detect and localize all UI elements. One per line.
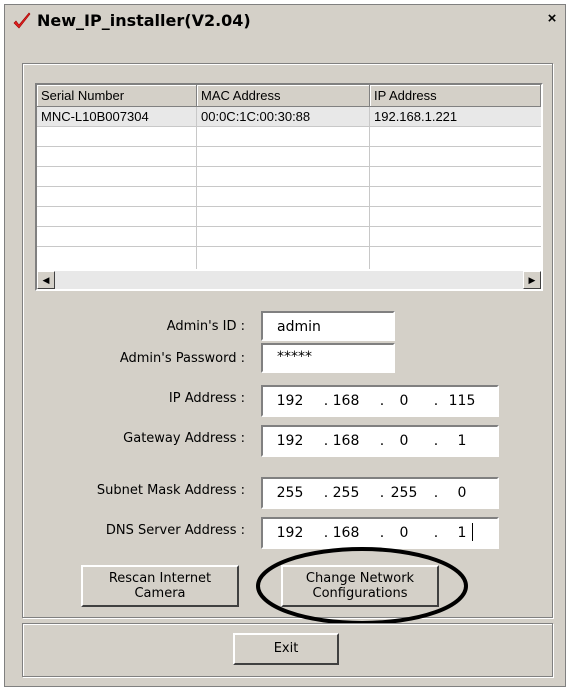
admin-password-input[interactable]: ***** (261, 343, 395, 373)
ip-octet: 0 (399, 393, 409, 409)
empty-cell (197, 147, 370, 167)
table-row[interactable] (37, 147, 541, 167)
empty-cell (197, 247, 370, 269)
app-window: New_IP_installer(V2.04) × Serial Number … (4, 4, 566, 687)
empty-cell (197, 167, 370, 187)
text-cursor (472, 523, 473, 541)
table-row[interactable] (37, 187, 541, 207)
ip-octet: 255 (332, 485, 360, 501)
subnet-mask-input[interactable]: 255 . 255 . 255 . 0 (261, 477, 499, 509)
gateway-address-label: Gateway Address : (123, 431, 245, 446)
list-header: Serial Number MAC Address IP Address (37, 85, 541, 107)
ip-dot: . (433, 485, 439, 501)
ip-dot: . (323, 433, 329, 449)
empty-cell (37, 187, 197, 207)
ip-octet: 0 (457, 485, 467, 501)
ip-dot: . (433, 525, 439, 541)
rescan-button-line2: Camera (134, 586, 186, 601)
empty-cell (37, 227, 197, 247)
ip-dot: . (379, 525, 385, 541)
empty-cell (37, 147, 197, 167)
ip-octet: 168 (332, 393, 360, 409)
ip-dot: . (379, 485, 385, 501)
cell-ip: 192.168.1.221 (374, 109, 458, 124)
dns-server-label: DNS Server Address : (105, 523, 245, 538)
camera-list[interactable]: Serial Number MAC Address IP Address MNC… (35, 83, 543, 291)
empty-cell (37, 167, 197, 187)
highlight-ellipse (256, 547, 468, 625)
ip-octet: 0 (399, 525, 409, 541)
gateway-address-input[interactable]: 192 . 168 . 0 . 1 (261, 425, 499, 457)
column-header-serial[interactable]: Serial Number (37, 85, 197, 107)
ip-octet: 115 (448, 393, 476, 409)
ip-dot: . (323, 485, 329, 501)
ip-octet: 168 (332, 433, 360, 449)
ip-octet: 255 (390, 485, 418, 501)
empty-cell (197, 127, 370, 147)
horizontal-scrollbar[interactable]: ◀ ▶ (37, 271, 541, 289)
subnet-mask-label: Subnet Mask Address : (96, 483, 245, 498)
ip-dot: . (379, 393, 385, 409)
cell-mac: 00:0C:1C:00:30:88 (197, 107, 370, 127)
empty-cell (197, 227, 370, 247)
ip-dot: . (323, 393, 329, 409)
admin-password-label: Admin's Password : (119, 351, 245, 366)
ip-dot: . (433, 433, 439, 449)
title-bar[interactable]: New_IP_installer(V2.04) × (5, 5, 565, 35)
cell-serial: MNC-L10B007304 (37, 107, 197, 127)
rescan-camera-button[interactable]: Rescan Internet Camera (81, 565, 239, 607)
table-row[interactable] (37, 227, 541, 247)
checkmark-icon (13, 12, 31, 29)
window-title: New_IP_installer(V2.04) (37, 11, 251, 30)
table-row[interactable] (37, 207, 541, 227)
empty-cell (197, 187, 370, 207)
rescan-button-line1: Rescan Internet (108, 571, 212, 586)
ip-dot: . (379, 433, 385, 449)
admin-password-value: ***** (277, 349, 312, 365)
admin-id-label: Admin's ID : (166, 319, 245, 334)
ip-address-label: IP Address : (168, 391, 245, 406)
ip-octet: 0 (399, 433, 409, 449)
admin-id-value: admin (277, 319, 321, 335)
table-row[interactable] (37, 127, 541, 147)
ip-octet: 255 (276, 485, 304, 501)
empty-cell (37, 207, 197, 227)
close-icon[interactable]: × (544, 11, 560, 27)
column-header-ip[interactable]: IP Address (370, 85, 541, 107)
ip-address-input[interactable]: 192 . 168 . 0 . 115 (261, 385, 499, 417)
table-row[interactable] (37, 167, 541, 187)
ip-dot: . (323, 525, 329, 541)
ip-octet: 168 (332, 525, 360, 541)
ip-octet: 1 (457, 433, 467, 449)
exit-button[interactable]: Exit (233, 633, 339, 665)
scroll-right-icon[interactable]: ▶ (523, 271, 541, 289)
empty-cell (37, 127, 197, 147)
empty-cell (37, 247, 197, 269)
ip-octet: 192 (276, 393, 304, 409)
ip-octet: 192 (276, 433, 304, 449)
scroll-left-icon[interactable]: ◀ (37, 271, 55, 289)
table-row[interactable]: MNC-L10B007304 00:0C:1C:00:30:88 192.168… (37, 107, 541, 127)
empty-cell (197, 207, 370, 227)
column-header-mac[interactable]: MAC Address (197, 85, 370, 107)
table-row[interactable] (37, 247, 541, 269)
ip-dot: . (433, 393, 439, 409)
admin-id-input[interactable]: admin (261, 311, 395, 341)
ip-octet: 192 (276, 525, 304, 541)
